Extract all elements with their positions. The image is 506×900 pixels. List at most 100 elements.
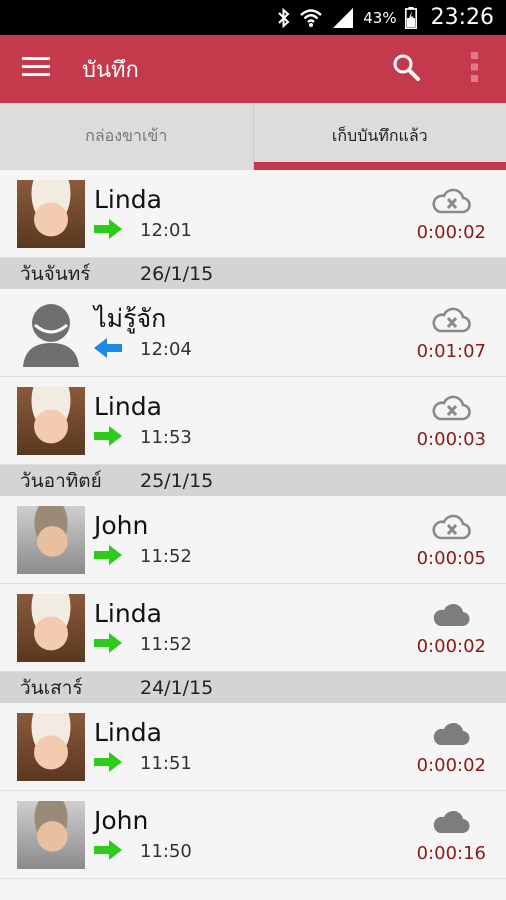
call-duration: 0:00:16 bbox=[416, 843, 486, 864]
call-duration: 0:00:02 bbox=[416, 222, 486, 243]
cloud-cross-icon[interactable] bbox=[426, 510, 476, 544]
call-status: 0:00:05 bbox=[376, 510, 486, 569]
contact-name: Linda bbox=[94, 184, 162, 214]
call-duration: 0:00:02 bbox=[416, 636, 486, 657]
search-button[interactable] bbox=[376, 35, 436, 103]
call-info: Linda 11:53 bbox=[94, 392, 376, 450]
more-vert-icon bbox=[469, 51, 479, 87]
outgoing-arrow-icon bbox=[94, 218, 122, 243]
outgoing-arrow-icon bbox=[94, 839, 122, 864]
cloud-icon[interactable] bbox=[426, 805, 476, 839]
recording-row[interactable]: John 11:52 0:00:05 bbox=[0, 496, 506, 584]
tab-label: เก็บบันทึกแล้ว bbox=[331, 126, 428, 145]
call-meta: 11:52 bbox=[94, 632, 376, 657]
recording-row[interactable]: Linda 11:53 0:00:03 bbox=[0, 377, 506, 465]
avatar bbox=[17, 800, 85, 869]
call-meta: 11:51 bbox=[94, 751, 376, 776]
avatar bbox=[17, 505, 85, 574]
cloud-icon[interactable] bbox=[426, 598, 476, 632]
cloud-cross-icon[interactable] bbox=[426, 391, 476, 425]
outgoing-arrow-icon bbox=[94, 751, 122, 776]
call-meta: 12:01 bbox=[94, 218, 376, 243]
call-status: 0:00:02 bbox=[376, 184, 486, 243]
menu-button[interactable] bbox=[0, 35, 72, 103]
contact-name: Linda bbox=[94, 598, 162, 628]
call-info: Linda 12:01 bbox=[94, 185, 376, 243]
battery-percent: 43% bbox=[363, 8, 397, 27]
battery-icon bbox=[404, 6, 417, 29]
contact-name: Linda bbox=[94, 717, 162, 747]
recording-row[interactable]: Linda 11:52 0:00:02 bbox=[0, 584, 506, 672]
outgoing-arrow-icon bbox=[94, 425, 122, 450]
section-date: 25/1/15 bbox=[140, 469, 214, 492]
recording-row[interactable]: ไม่รู้จัก 12:04 0:01:07 bbox=[0, 289, 506, 377]
cloud-cross-icon[interactable] bbox=[426, 303, 476, 337]
date-section-header: วันเสาร์ 24/1/15 bbox=[0, 672, 506, 703]
call-time: 11:52 bbox=[140, 546, 192, 567]
status-bar: 43% 23:26 bbox=[0, 0, 506, 35]
signal-icon bbox=[331, 7, 355, 28]
recording-row[interactable]: John 11:50 0:00:16 bbox=[0, 791, 506, 879]
call-status: 0:00:03 bbox=[376, 391, 486, 450]
call-time: 12:04 bbox=[140, 339, 192, 360]
tab-saved[interactable]: เก็บบันทึกแล้ว bbox=[252, 103, 506, 170]
app-bar: บันทึก bbox=[0, 35, 506, 103]
outgoing-arrow-icon bbox=[94, 632, 122, 657]
call-meta: 12:04 bbox=[94, 337, 376, 362]
section-day: วันเสาร์ bbox=[20, 676, 83, 699]
call-info: Linda 11:51 bbox=[94, 718, 376, 776]
call-time: 11:51 bbox=[140, 753, 192, 774]
recording-row[interactable]: Linda 11:51 0:00:02 bbox=[0, 703, 506, 791]
avatar bbox=[17, 593, 85, 662]
call-status: 0:01:07 bbox=[376, 303, 486, 362]
hamburger-icon bbox=[22, 57, 50, 81]
call-meta: 11:50 bbox=[94, 839, 376, 864]
contact-name: ไม่รู้จัก bbox=[94, 303, 167, 333]
call-meta: 11:53 bbox=[94, 425, 376, 450]
call-info: John 11:50 bbox=[94, 806, 376, 864]
section-date: 24/1/15 bbox=[140, 676, 214, 699]
avatar bbox=[17, 299, 85, 367]
contact-name: John bbox=[94, 510, 149, 540]
tab-label: กล่องขาเข้า bbox=[85, 126, 168, 145]
call-time: 11:52 bbox=[140, 634, 192, 655]
search-icon bbox=[392, 53, 420, 85]
cloud-cross-icon[interactable] bbox=[426, 184, 476, 218]
avatar bbox=[17, 712, 85, 781]
section-day: วันจันทร์ bbox=[20, 262, 91, 285]
avatar bbox=[17, 386, 85, 455]
call-status: 0:00:02 bbox=[376, 717, 486, 776]
clock: 23:26 bbox=[430, 5, 494, 30]
wifi-icon bbox=[299, 8, 323, 28]
call-time: 11:50 bbox=[140, 841, 192, 862]
call-time: 12:01 bbox=[140, 220, 192, 241]
call-duration: 0:00:03 bbox=[416, 429, 486, 450]
call-duration: 0:01:07 bbox=[416, 341, 486, 362]
contact-name: Linda bbox=[94, 391, 162, 421]
bluetooth-icon bbox=[277, 7, 291, 28]
section-date: 26/1/15 bbox=[140, 262, 214, 285]
section-day: วันอาทิตย์ bbox=[20, 469, 102, 492]
recording-list: Linda 12:01 0:00:02 วันจันทร์ 26/1/15 ไม่รู้จ… bbox=[0, 170, 506, 879]
call-info: ไม่รู้จัก 12:04 bbox=[94, 304, 376, 362]
date-section-header: วันอาทิตย์ 25/1/15 bbox=[0, 465, 506, 496]
call-duration: 0:00:05 bbox=[416, 548, 486, 569]
date-section-header: วันจันทร์ 26/1/15 bbox=[0, 258, 506, 289]
call-info: Linda 11:52 bbox=[94, 599, 376, 657]
tab-inbox[interactable]: กล่องขาเข้า bbox=[0, 103, 253, 170]
call-info: John 11:52 bbox=[94, 511, 376, 569]
call-time: 11:53 bbox=[140, 427, 192, 448]
outgoing-arrow-icon bbox=[94, 544, 122, 569]
recording-row[interactable]: Linda 12:01 0:00:02 bbox=[0, 170, 506, 258]
overflow-menu-button[interactable] bbox=[454, 35, 494, 103]
call-status: 0:00:02 bbox=[376, 598, 486, 657]
cloud-icon[interactable] bbox=[426, 717, 476, 751]
incoming-arrow-icon bbox=[94, 337, 122, 362]
page-title: บันทึก bbox=[82, 57, 139, 83]
contact-name: John bbox=[94, 805, 149, 835]
call-meta: 11:52 bbox=[94, 544, 376, 569]
call-status: 0:00:16 bbox=[376, 805, 486, 864]
avatar bbox=[17, 179, 85, 248]
call-duration: 0:00:02 bbox=[416, 755, 486, 776]
tab-bar: กล่องขาเข้า เก็บบันทึกแล้ว bbox=[0, 103, 506, 170]
